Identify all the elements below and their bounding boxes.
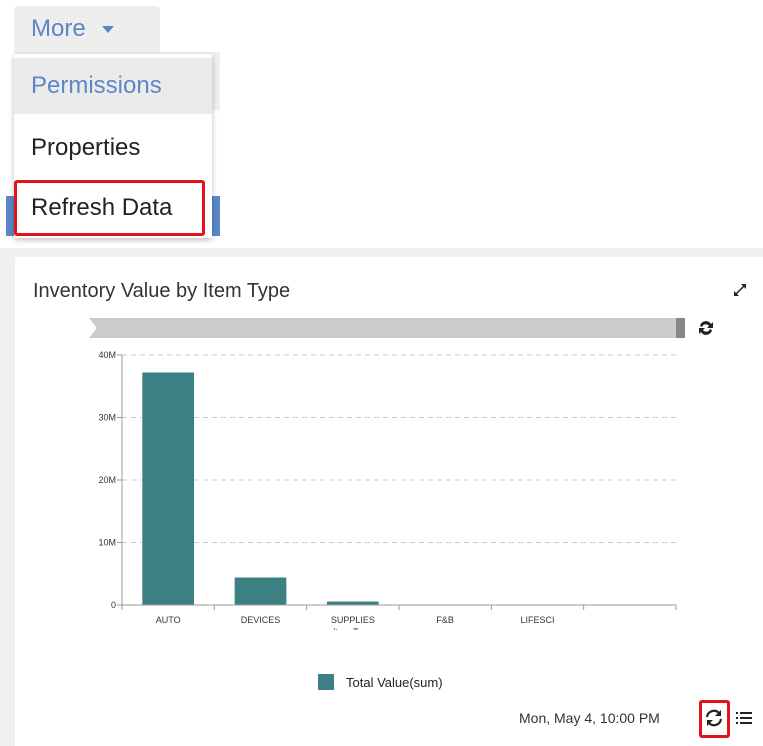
menu-item-refresh-data[interactable]: Refresh Data — [14, 180, 212, 236]
last-updated-timestamp: Mon, May 4, 10:00 PM — [519, 710, 660, 726]
legend-label: Total Value(sum) — [346, 674, 443, 690]
sync-icon[interactable] — [697, 318, 715, 338]
y-tick-label: 20M — [98, 475, 116, 485]
range-slider-right-handle[interactable] — [676, 318, 685, 338]
bar-supplies — [326, 601, 379, 605]
more-menu-button[interactable]: More — [14, 6, 160, 52]
x-axis-label: Item Type — [333, 627, 372, 630]
y-tick-label: 10M — [98, 538, 116, 548]
refresh-icon[interactable] — [704, 708, 724, 728]
bar-chart: 0 10M 20M 30M 40M AUTO DEVICES SUPPLIES F&B LIFES… — [98, 350, 677, 630]
expand-icon[interactable] — [732, 282, 748, 298]
bar-devices — [234, 577, 287, 605]
more-dropdown-menu: Permissions Properties Refresh Data — [14, 54, 212, 238]
legend-swatch — [318, 674, 334, 690]
x-tick-label: DEVICES — [241, 615, 281, 625]
list-icon[interactable] — [735, 709, 753, 727]
range-slider[interactable] — [89, 318, 685, 338]
y-tick-label: 0 — [111, 600, 116, 610]
panel-title: Inventory Value by Item Type — [33, 280, 291, 302]
y-tick-label: 40M — [98, 350, 116, 360]
bar-auto — [142, 372, 195, 605]
more-button-label: More — [31, 15, 86, 42]
menu-item-permissions[interactable]: Permissions — [14, 58, 212, 114]
menu-item-properties[interactable]: Properties — [14, 120, 212, 176]
x-tick-label: AUTO — [156, 615, 181, 625]
range-slider-left-handle[interactable] — [89, 318, 97, 338]
chevron-down-icon — [101, 25, 114, 33]
y-tick-label: 30M — [98, 413, 116, 423]
x-tick-label: LIFESCI — [520, 615, 554, 625]
x-tick-label: F&B — [436, 615, 454, 625]
chart-legend: Total Value(sum) — [318, 674, 443, 690]
x-tick-label: SUPPLIES — [331, 615, 375, 625]
